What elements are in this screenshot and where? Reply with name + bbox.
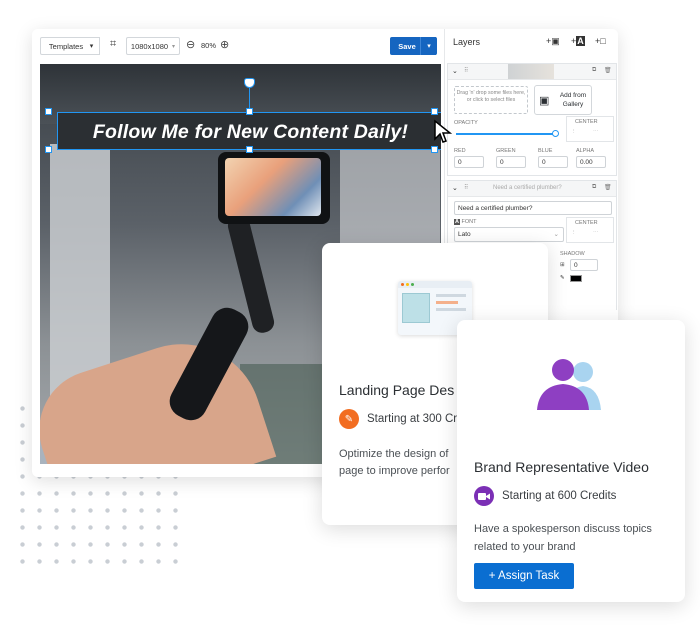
zoom-out-icon[interactable]: ⊖: [186, 38, 195, 51]
text-layer-header[interactable]: ⌄ ⠿ Need a certified plumber? ⧉ 🗑: [448, 181, 616, 197]
headline-text-layer[interactable]: Follow Me for New Content Daily!: [57, 112, 441, 150]
resize-handle-bottom-left[interactable]: [45, 146, 52, 153]
mouse-cursor-icon: [434, 119, 453, 143]
templates-caret-icon[interactable]: ▾: [84, 37, 100, 55]
card-description-line1: Have a spokesperson discuss topics: [474, 523, 652, 535]
text-layer-preview: Need a certified plumber?: [493, 185, 562, 191]
layers-title: Layers: [453, 37, 481, 47]
save-options-caret-icon[interactable]: ▾: [420, 37, 437, 55]
brush-icon: ✎: [339, 409, 359, 429]
red-label: RED: [454, 148, 466, 154]
text-center-label: CENTER: [575, 220, 598, 226]
add-from-gallery-button[interactable]: ▣ Add from Gallery: [534, 85, 592, 115]
text-center-box: CENTER ⫶ ⋯: [566, 217, 614, 243]
save-label: Save: [398, 41, 416, 51]
gallery-icon: ▣: [539, 95, 550, 107]
crop-icon[interactable]: ⌗: [110, 38, 116, 51]
assign-task-button[interactable]: + Assign Task: [474, 563, 574, 589]
spokesperson-avatar-icon: [537, 359, 601, 410]
gallery-label: Add from Gallery: [559, 92, 587, 108]
blue-input[interactable]: 0: [538, 156, 568, 168]
resize-handle-top[interactable]: [246, 108, 253, 115]
font-chevron-down-icon: ⌄: [553, 231, 559, 238]
drag-handle-icon[interactable]: ⠿: [464, 67, 468, 74]
trash-icon[interactable]: 🗑: [604, 184, 612, 191]
blue-label: BLUE: [538, 148, 553, 154]
green-label: GREEN: [496, 148, 516, 154]
font-value: Lato: [458, 231, 471, 238]
duplicate-icon[interactable]: ⧉: [592, 184, 596, 191]
center-box: CENTER ⫶ ⋯: [566, 116, 614, 142]
card-credits: Starting at 600 Credits: [502, 490, 617, 502]
resize-handle-bottom-right[interactable]: [431, 146, 438, 153]
layer-text-input[interactable]: Need a certified plumber?: [454, 201, 612, 215]
add-shape-layer-icon[interactable]: +□: [595, 36, 606, 46]
red-input[interactable]: 0: [454, 156, 484, 168]
photo-phone-screen: [225, 158, 321, 216]
editor-toolbar: Templates ▾ ⌗ 1080x1080 ▾ ⊖ 80% ⊕ Save ▾: [32, 29, 444, 63]
card-description-line2: page to improve perfor: [339, 465, 450, 477]
canvas-size-select[interactable]: 1080x1080 ▾: [126, 37, 180, 55]
card-title: Brand Representative Video: [474, 459, 649, 475]
card-description-line2: related to your brand: [474, 541, 576, 553]
duplicate-icon[interactable]: ⧉: [592, 67, 596, 74]
image-layer-item[interactable]: ⌄ ⠿ ⧉ 🗑 Drag 'n' drop some files here, o…: [447, 63, 617, 176]
resize-handle-bottom[interactable]: [246, 146, 253, 153]
trash-icon[interactable]: 🗑: [604, 67, 612, 74]
eyedropper-icon[interactable]: ✎: [560, 275, 565, 281]
collapse-chevron-icon[interactable]: ⌄: [452, 67, 458, 75]
brand-representative-video-card[interactable]: Brand Representative Video Starting at 6…: [457, 320, 685, 602]
zoom-in-icon[interactable]: ⊕: [220, 38, 229, 51]
shadow-color-swatch[interactable]: [570, 275, 582, 282]
video-camera-icon: [474, 486, 494, 506]
shadow-input[interactable]: 0: [570, 259, 598, 271]
shadow-blur-icon: ⊞: [560, 262, 565, 268]
card-title: Landing Page Des: [339, 382, 455, 398]
card-description-line1: Optimize the design of: [339, 448, 449, 460]
opacity-slider-track[interactable]: [456, 133, 556, 135]
alpha-label: ALPHA: [576, 148, 595, 154]
zoom-level: 80%: [201, 41, 217, 50]
center-vertical-icon[interactable]: ⫶: [573, 230, 574, 237]
templates-label: Templates: [48, 41, 84, 51]
alpha-input[interactable]: 0.00: [576, 156, 606, 168]
center-vertical-icon[interactable]: ⫶: [573, 129, 574, 136]
resize-handle-top-right[interactable]: [431, 108, 438, 115]
image-layer-header[interactable]: ⌄ ⠿ ⧉ 🗑: [448, 64, 616, 80]
font-select[interactable]: Lato ⌄: [454, 227, 564, 242]
center-horizontal-icon[interactable]: ⋯: [593, 230, 599, 236]
size-chevron-down-icon: ▾: [172, 43, 176, 50]
shadow-label: SHADOW: [560, 251, 585, 257]
add-image-layer-icon[interactable]: +▣: [546, 36, 560, 47]
drag-handle-icon[interactable]: ⠿: [464, 184, 468, 191]
collapse-chevron-icon[interactable]: ⌄: [452, 184, 458, 192]
center-horizontal-icon[interactable]: ⋯: [593, 129, 599, 135]
add-text-layer-icon[interactable]: +A: [571, 36, 585, 46]
opacity-slider-thumb[interactable]: [552, 130, 559, 137]
font-label: A FONT: [454, 219, 477, 225]
resize-handle-top-left[interactable]: [45, 108, 52, 115]
card-credits: Starting at 300 Cr: [367, 413, 458, 425]
green-input[interactable]: 0: [496, 156, 526, 168]
center-label: CENTER: [575, 119, 598, 125]
layer-thumbnail: [508, 64, 554, 79]
canvas-size-value: 1080x1080: [130, 41, 169, 51]
opacity-label: OPACITY: [454, 120, 478, 126]
file-dropzone[interactable]: Drag 'n' drop some files here, or click …: [454, 86, 528, 114]
photo-smartphone: [218, 152, 330, 224]
